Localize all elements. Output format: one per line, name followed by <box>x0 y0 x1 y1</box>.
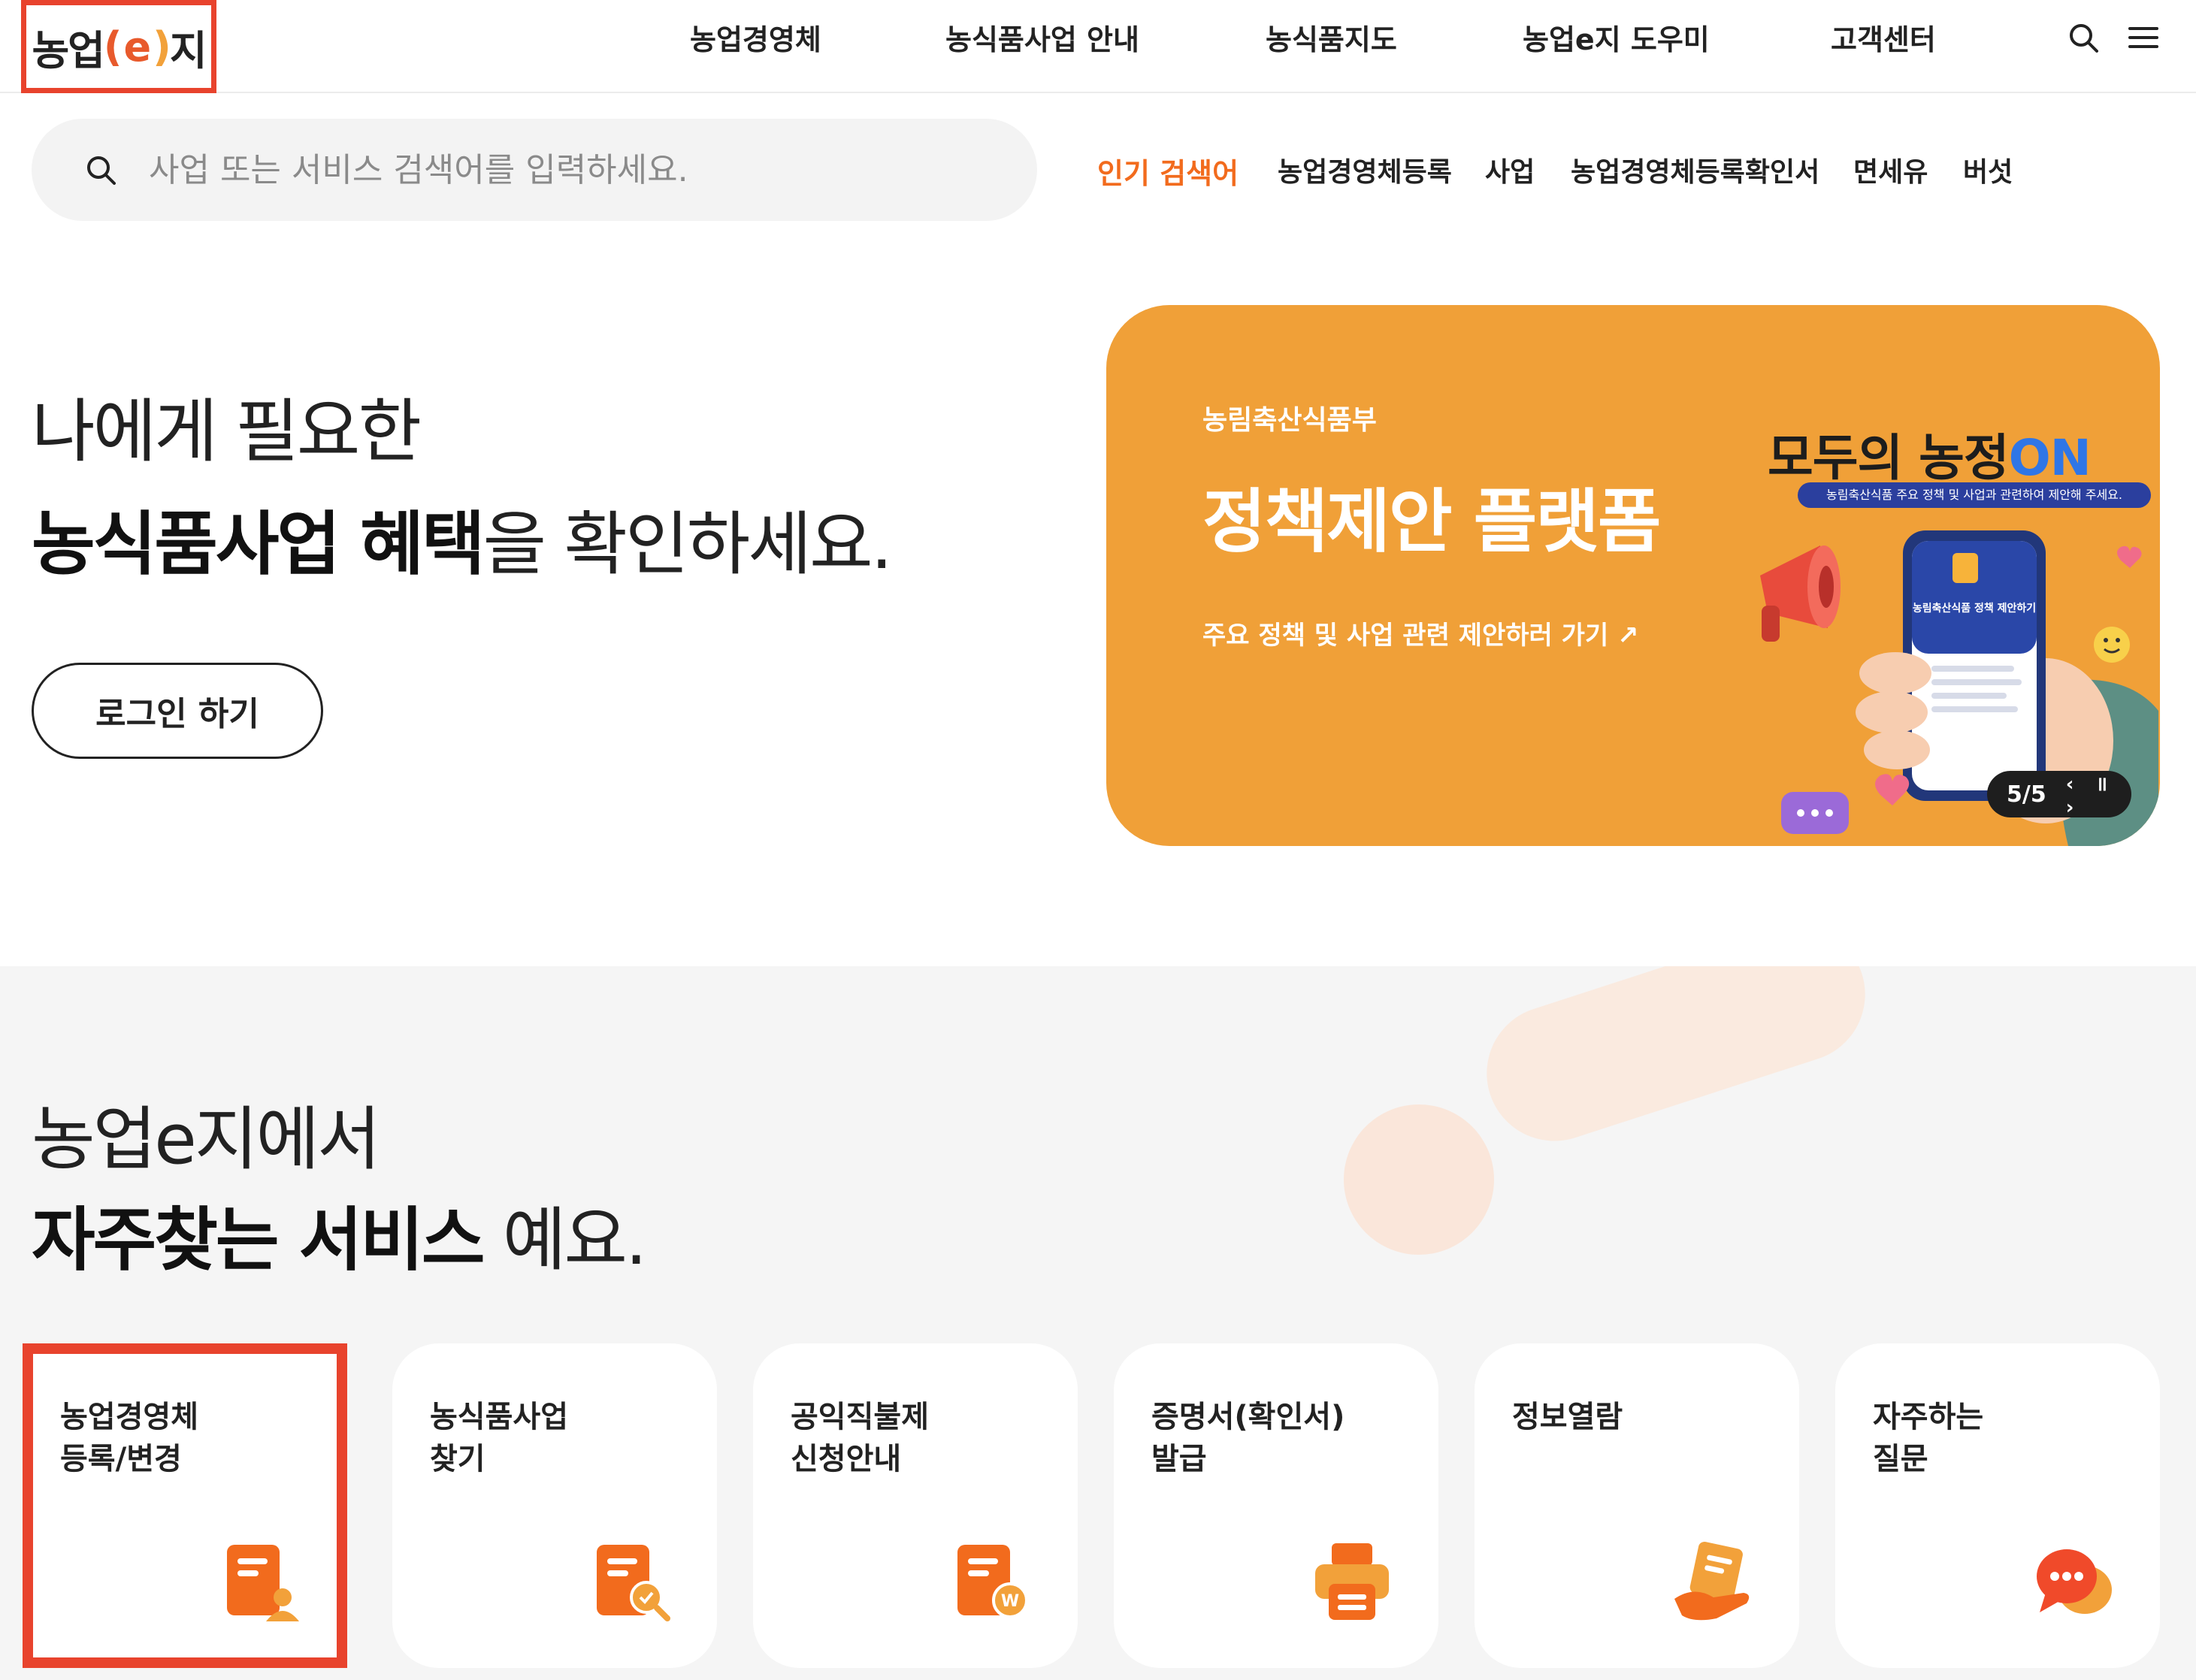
banner-brand-main: 모두의 농정 <box>1768 429 2010 487</box>
service-card-farm-registration[interactable]: 농업경영체 등록/변경 <box>23 1343 347 1668</box>
banner-pager: 5/5 ‹ ॥ › <box>1987 769 2131 819</box>
popular-keyword[interactable]: 면세유 <box>1853 150 1928 189</box>
card-label-line1: 공익직불제 <box>791 1400 929 1434</box>
document-person-icon <box>227 1545 299 1621</box>
nav-agri-food-map[interactable]: 농식품지도 <box>1266 17 1397 58</box>
site-header: 농업(e) 지 농업경영체 농식품사업 안내 농식품지도 농업e지 도우미 고객센… <box>0 0 2196 93</box>
service-card-info-view[interactable]: 정보열람 <box>1475 1343 1799 1668</box>
card-label: 정보열람 <box>1512 1396 1768 1438</box>
hand-document-icon <box>1674 1541 1750 1621</box>
service-card-find-business[interactable]: 농식품사업 찾기 <box>392 1343 717 1668</box>
hero-heading-line1: 나에게 필요한 <box>32 391 422 472</box>
decoration-circle <box>1344 1104 1494 1255</box>
promo-banner[interactable]: 농림축산식품부 정책제안 플랫폼 주요 정책 및 사업 관련 제안하러 가기 ↗… <box>1106 305 2160 846</box>
card-label-line1: 정보열람 <box>1512 1400 1623 1434</box>
card-label: 공익직불제 신청안내 <box>791 1396 1046 1480</box>
service-card-certificate[interactable]: 증명서(확인서) 발급 <box>1114 1343 1438 1668</box>
banner-brand-subtitle: 농림축산식품 주요 정책 및 사업과 관련하여 제안해 주세요. <box>1798 482 2151 508</box>
popular-keyword[interactable]: 버섯 <box>1963 150 2013 189</box>
card-label: 자주하는 질문 <box>1873 1396 2128 1480</box>
pager-count: 5/5 <box>2007 781 2046 808</box>
popular-keyword[interactable]: 농업경영체등록 <box>1278 150 1452 189</box>
search-icon[interactable] <box>2065 20 2101 56</box>
card-label-line1: 농업경영체 <box>60 1400 198 1434</box>
card-label-line2: 찾기 <box>430 1442 485 1476</box>
login-button[interactable]: 로그인 하기 <box>32 663 323 759</box>
card-label-line1: 농식품사업 <box>430 1400 568 1434</box>
service-card-faq[interactable]: 자주하는 질문 <box>1835 1343 2160 1668</box>
logo-text-2: 지 <box>169 26 207 74</box>
popular-keywords-label: 인기 검색어 <box>1097 157 1239 190</box>
hero-heading-bold: 농식품사업 혜택 <box>32 504 485 585</box>
printer-icon <box>1315 1543 1389 1620</box>
card-label: 증명서(확인서) 발급 <box>1151 1396 1407 1480</box>
card-label: 농업경영체 등록/변경 <box>60 1396 316 1480</box>
card-label-line1: 자주하는 <box>1873 1400 1984 1434</box>
search-icon[interactable] <box>83 152 119 188</box>
banner-title: 정책제안 플랫폼 <box>1202 482 1662 562</box>
logo-e: e <box>123 23 152 71</box>
pager-controls[interactable]: ‹ ॥ › <box>2066 769 2131 819</box>
services-heading-bold: 자주찾는 서비스 <box>32 1200 485 1280</box>
services-heading-line1: 농업e지에서 <box>32 1099 381 1180</box>
phone-screen-text: 농림축산식품 정책 제안하기 <box>1913 602 2036 615</box>
nav-helper[interactable]: 농업e지 도우미 <box>1523 17 1710 58</box>
banner-brand: 모두의 농정ON <box>1768 418 2092 490</box>
search-bar <box>32 119 1037 221</box>
hero-heading-rest: 을 확인하세요. <box>482 504 893 585</box>
heart-icon <box>1875 774 1910 805</box>
services-heading-rest: 예요. <box>482 1200 648 1280</box>
logo-paren-close: ) <box>153 23 171 71</box>
card-label: 농식품사업 찾기 <box>430 1396 685 1480</box>
card-label-line2: 신청안내 <box>791 1442 902 1476</box>
chat-bubble-icon <box>2037 1549 2112 1614</box>
site-logo[interactable]: 농업(e) 지 <box>21 0 216 93</box>
services-section: 농업e지에서 자주찾는 서비스 예요. 농업경영체 등록/변경 농식품사업 찾기 <box>0 966 2196 1680</box>
svg-text:W: W <box>1001 1592 1019 1611</box>
banner-brand-on: ON <box>2008 429 2092 487</box>
card-label-line2: 질문 <box>1873 1442 1928 1476</box>
decoration-shape <box>1469 966 1883 1159</box>
services-heading-line2: 자주찾는 서비스 예요. <box>32 1184 648 1284</box>
megaphone-icon <box>1760 545 1841 642</box>
banner-org: 농림축산식품부 <box>1202 405 1377 436</box>
hero-heading-line2: 농식품사업 혜택을 확인하세요. <box>32 488 893 588</box>
popular-keyword[interactable]: 농업경영체등록확인서 <box>1571 150 1819 189</box>
card-label-line2: 발급 <box>1151 1442 1207 1476</box>
document-won-icon: W <box>957 1545 1028 1618</box>
document-search-icon <box>597 1545 670 1621</box>
card-label-line2: 등록/변경 <box>60 1442 182 1476</box>
search-input[interactable] <box>149 150 975 189</box>
menu-icon[interactable] <box>2125 20 2161 56</box>
nav-farm-business[interactable]: 농업경영체 <box>690 17 821 58</box>
banner-link[interactable]: 주요 정책 및 사업 관련 제안하러 가기 ↗ <box>1202 615 1639 651</box>
service-card-direct-payment[interactable]: 공익직불제 신청안내 W <box>753 1343 1078 1668</box>
popular-keyword[interactable]: 사업 <box>1485 150 1535 189</box>
logo-text-1: 농업 <box>32 26 104 74</box>
emoji-icon <box>2094 627 2130 663</box>
nav-customer-center[interactable]: 고객센터 <box>1831 17 1936 58</box>
logo-paren-open: ( <box>103 23 123 71</box>
nav-agri-food-business-guide[interactable]: 농식품사업 안내 <box>945 17 1139 58</box>
card-label-line1: 증명서(확인서) <box>1151 1400 1345 1434</box>
